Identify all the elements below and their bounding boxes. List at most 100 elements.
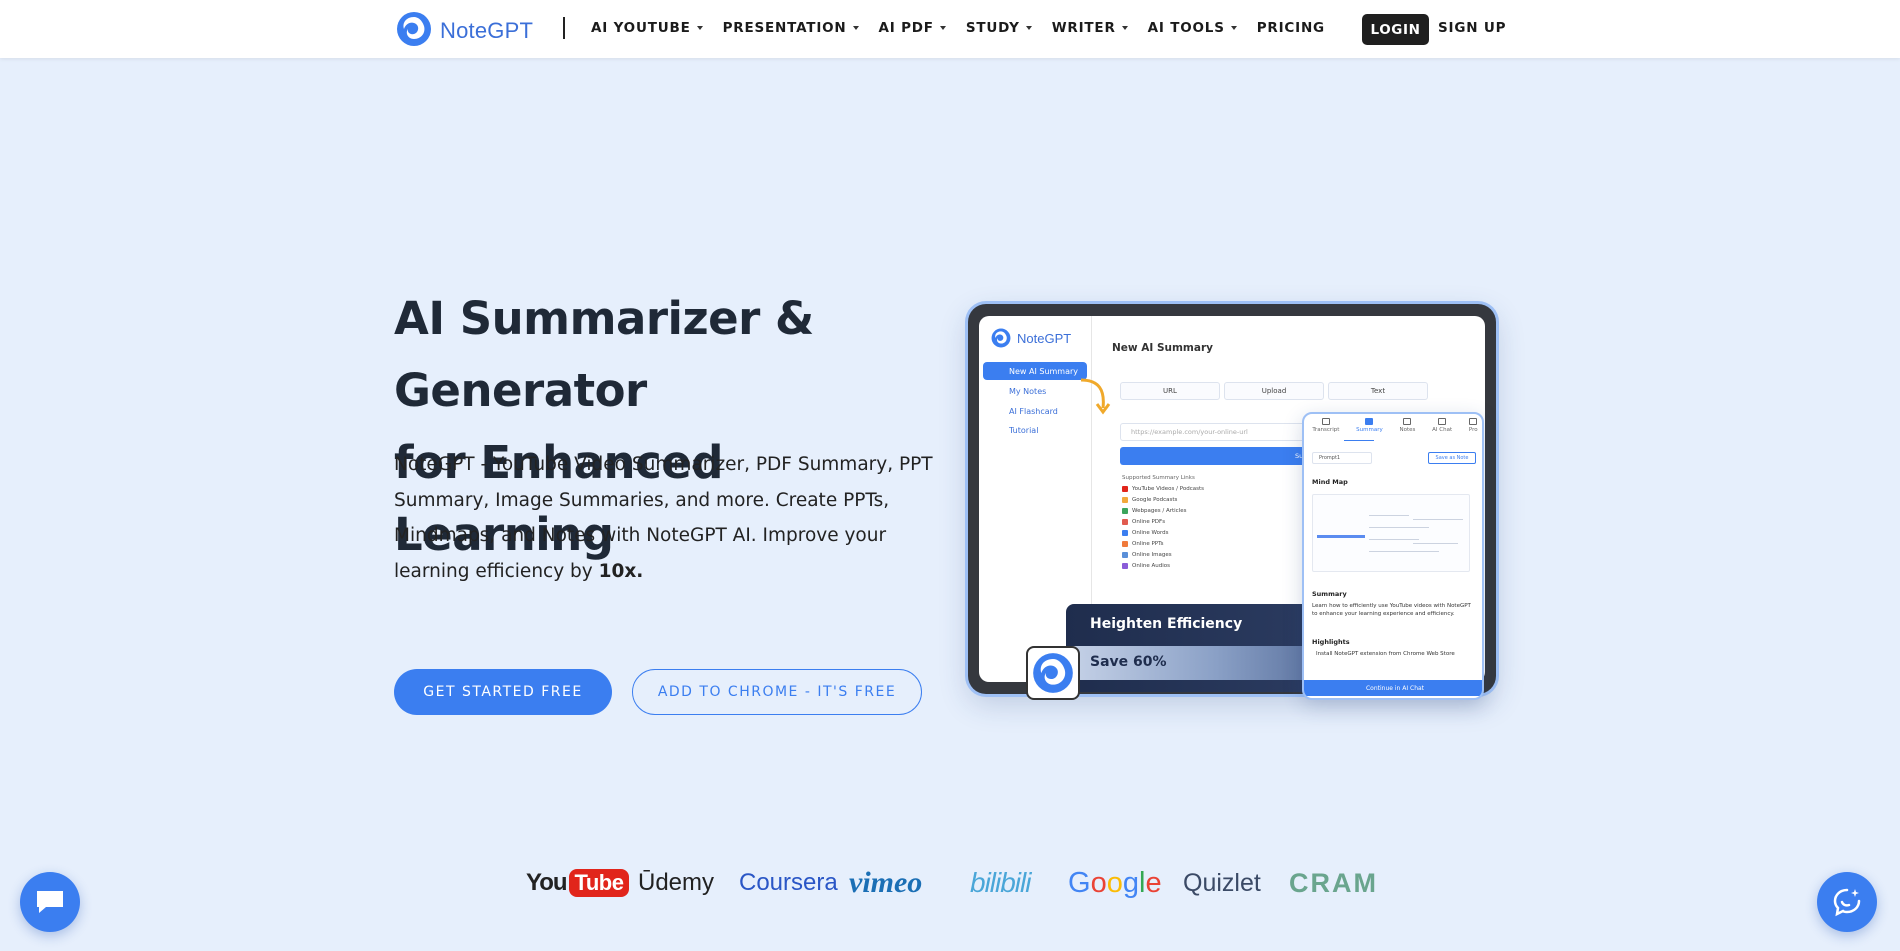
panel-save-note: Save as Note bbox=[1428, 452, 1476, 464]
mockup-main-title: New AI Summary bbox=[1112, 342, 1213, 354]
nav-divider bbox=[563, 17, 565, 39]
ai-chat-icon bbox=[1833, 888, 1861, 917]
quizlet-logo: Quizlet bbox=[1183, 868, 1261, 897]
menu-label: WRITER bbox=[1051, 20, 1116, 36]
panel-prompt-select: Prompt1 bbox=[1312, 452, 1372, 464]
mockup-tab-text: Text bbox=[1328, 382, 1428, 400]
mockup-supported-title: Supported Summary Links bbox=[1122, 475, 1195, 481]
hero-description-text: NoteGPT - YouTube Video Summarizer, PDF … bbox=[394, 454, 933, 582]
menu-label: AI PDF bbox=[878, 20, 934, 36]
notegpt-badge-icon bbox=[1026, 646, 1080, 700]
caret-down-icon bbox=[696, 26, 703, 30]
menu-item-writer[interactable]: WRITER bbox=[1052, 20, 1128, 36]
top-nav: NoteGPT AI YOUTUBE PRESENTATION AI PDF S… bbox=[0, 0, 1900, 58]
menu-label: PRICING bbox=[1256, 20, 1325, 36]
caret-down-icon bbox=[1025, 26, 1032, 30]
menu-label: AI YOUTUBE bbox=[591, 20, 691, 36]
youtube-logo: You Tube bbox=[526, 860, 630, 906]
summary-icon bbox=[1365, 418, 1374, 425]
panel-highlights-heading: Highlights bbox=[1312, 638, 1350, 646]
audio-icon bbox=[1122, 563, 1128, 569]
bilibili-logo: bilibili bbox=[970, 867, 1031, 898]
cram-logo: CRAM bbox=[1289, 867, 1378, 898]
panel-tab-ai-chat: AI Chat bbox=[1432, 418, 1452, 433]
mockup-sidebar-new-summary: New AI Summary bbox=[983, 362, 1087, 380]
efficiency-save: Save 60% bbox=[1090, 654, 1167, 670]
panel-mindmap-heading: Mind Map bbox=[1312, 478, 1348, 486]
google-logo: Google bbox=[1068, 866, 1162, 899]
mockup-brand: NoteGPT bbox=[991, 328, 1071, 348]
add-to-chrome-button[interactable]: ADD TO CHROME - IT'S FREE bbox=[632, 669, 922, 715]
active-tab-underline bbox=[1344, 440, 1374, 441]
brand-name: NoteGPT bbox=[440, 18, 534, 43]
panel-tab-pro: Pro bbox=[1469, 418, 1478, 433]
mockup-link-item: Online Images bbox=[1122, 552, 1172, 558]
partner-logos: You Tube Ūdemy Coursera vimeo bilibili Go… bbox=[0, 860, 1900, 906]
main-menu: AI YOUTUBE PRESENTATION AI PDF STUDY WRI… bbox=[591, 20, 1345, 36]
panel-tab-notes: Notes bbox=[1399, 418, 1415, 433]
notegpt-logo-icon bbox=[396, 11, 432, 51]
vimeo-logo: vimeo bbox=[849, 866, 923, 899]
mockup-tab-url: URL bbox=[1120, 382, 1220, 400]
mockup-link-item: Webpages / Articles bbox=[1122, 508, 1186, 514]
menu-item-ai-pdf[interactable]: AI PDF bbox=[879, 20, 946, 36]
caret-down-icon bbox=[852, 26, 859, 30]
panel-continue-button: Continue in AI Chat bbox=[1304, 680, 1482, 696]
mockup-sidebar-flashcard: AI Flashcard bbox=[1009, 406, 1058, 416]
menu-item-ai-tools[interactable]: AI TOOLS bbox=[1148, 20, 1237, 36]
mockup-tab-upload: Upload bbox=[1224, 382, 1324, 400]
panel-highlight-item: Install NoteGPT extension from Chrome We… bbox=[1316, 651, 1455, 657]
brand-logo[interactable]: NoteGPT bbox=[396, 11, 533, 51]
mockup-link-item: Online PDFs bbox=[1122, 519, 1165, 525]
panel-mindmap bbox=[1312, 494, 1470, 572]
support-chat-button[interactable] bbox=[20, 872, 80, 932]
mockup-link-item: Google Podcasts bbox=[1122, 497, 1177, 503]
panel-tab-transcript: Transcript bbox=[1312, 418, 1339, 433]
udemy-logo: Ūdemy bbox=[638, 869, 715, 896]
webpage-icon bbox=[1122, 508, 1128, 514]
mockup-brand-name: NoteGPT bbox=[1017, 330, 1072, 346]
sparkle-icon bbox=[1469, 418, 1478, 425]
panel-summary-heading: Summary bbox=[1312, 590, 1347, 598]
mockup-side-panel: Transcript Summary Notes AI Chat Pro Pro… bbox=[1302, 412, 1484, 700]
notegpt-logo-icon bbox=[991, 328, 1011, 348]
ppt-icon bbox=[1122, 541, 1128, 547]
image-icon bbox=[1122, 552, 1128, 558]
pdf-icon bbox=[1122, 519, 1128, 525]
menu-item-ai-youtube[interactable]: AI YOUTUBE bbox=[591, 20, 703, 36]
mockup-sidebar-tutorial: Tutorial bbox=[1009, 425, 1039, 435]
signup-link[interactable]: SIGN UP bbox=[1438, 20, 1506, 36]
caret-down-icon bbox=[1121, 26, 1128, 30]
login-button[interactable]: LOGIN bbox=[1362, 14, 1429, 45]
menu-item-study[interactable]: STUDY bbox=[966, 20, 1032, 36]
menu-label: AI TOOLS bbox=[1147, 20, 1225, 36]
menu-label: STUDY bbox=[965, 20, 1020, 36]
hero-title-line1: AI Summarizer & Generator bbox=[394, 292, 814, 417]
hero-description: NoteGPT - YouTube Video Summarizer, PDF … bbox=[394, 447, 954, 589]
menu-item-pricing[interactable]: PRICING bbox=[1257, 20, 1325, 36]
curved-arrow-icon bbox=[1080, 378, 1111, 415]
word-icon bbox=[1122, 530, 1128, 536]
ai-assistant-button[interactable] bbox=[1817, 872, 1877, 932]
notes-icon bbox=[1403, 418, 1412, 425]
mockup-link-item: Online Words bbox=[1122, 530, 1169, 536]
get-started-button[interactable]: GET STARTED FREE bbox=[394, 669, 612, 715]
coursera-logo: Coursera bbox=[739, 869, 838, 896]
efficiency-title: Heighten Efficiency bbox=[1090, 616, 1243, 632]
mockup-link-item: YouTube Videos / Podcasts bbox=[1122, 486, 1204, 492]
panel-summary-text: Learn how to efficiently use YouTube vid… bbox=[1312, 603, 1471, 617]
caret-down-icon bbox=[939, 26, 946, 30]
mockup-sidebar-my-notes: My Notes bbox=[1009, 386, 1047, 396]
caret-down-icon bbox=[1230, 26, 1237, 30]
mockup-link-item: Online PPTs bbox=[1122, 541, 1163, 547]
menu-item-presentation[interactable]: PRESENTATION bbox=[723, 20, 859, 36]
panel-tab-summary: Summary bbox=[1356, 418, 1383, 433]
transcript-icon bbox=[1321, 418, 1330, 425]
panel-tabs: Transcript Summary Notes AI Chat Pro bbox=[1304, 418, 1482, 433]
youtube-icon bbox=[1122, 486, 1128, 492]
hero-description-highlight: 10x. bbox=[598, 560, 644, 582]
chat-icon bbox=[1438, 418, 1447, 425]
chat-bubble-icon bbox=[37, 891, 63, 913]
menu-label: PRESENTATION bbox=[722, 20, 847, 36]
efficiency-banner: Heighten Efficiency Save 60% bbox=[1066, 604, 1316, 692]
